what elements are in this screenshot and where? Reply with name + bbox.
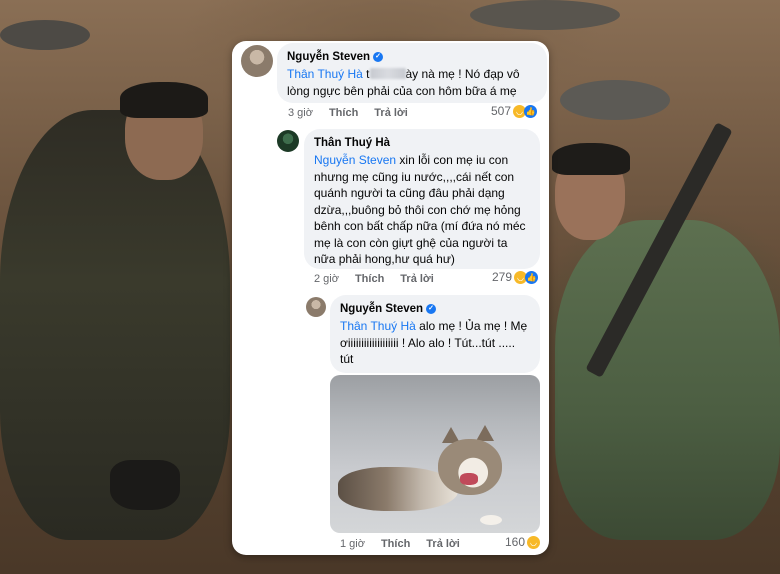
- comment-author[interactable]: Nguyễn Steven ✓: [340, 302, 530, 316]
- avatar-than-thuy-ha[interactable]: [277, 130, 299, 152]
- comment-actions: 2 giờ Thích Trả lời: [314, 273, 434, 285]
- reply-button[interactable]: Trả lời: [374, 107, 408, 119]
- comment-text-part: t: [362, 67, 370, 81]
- avatar-nguyen-steven[interactable]: [306, 297, 326, 317]
- reply-button[interactable]: Trả lời: [426, 538, 460, 550]
- comment-text: Thân Thuý Hà t ày nà mẹ ! Nó đạp vô lòng …: [287, 66, 537, 99]
- cat-mouth: [460, 473, 478, 485]
- timestamp[interactable]: 2 giờ: [314, 273, 339, 285]
- comment-bubble-3: Nguyễn Steven ✓ Thân Thuý Hà alo mẹ ! Ủa…: [330, 295, 540, 373]
- avatar-nguyen-steven[interactable]: [241, 45, 273, 77]
- reply-button[interactable]: Trả lời: [400, 273, 434, 285]
- cat-ear: [476, 425, 494, 441]
- like-button[interactable]: Thích: [381, 538, 410, 550]
- like-button[interactable]: Thích: [355, 273, 384, 285]
- haha-reaction-icon: ◡: [527, 535, 541, 549]
- comment-author[interactable]: Thân Thuý Hà: [314, 136, 530, 150]
- comment-actions: 3 giờ Thích Trả lời: [288, 107, 408, 119]
- cat-head: [438, 439, 502, 495]
- comment-text: Nguyễn Steven xin lỗi con mẹ iu con nhưn…: [314, 152, 530, 268]
- blurred-text: [369, 68, 406, 79]
- author-name[interactable]: Nguyễn Steven: [340, 302, 423, 316]
- comment-bubble-2: Thân Thuý Hà Nguyễn Steven xin lỗi con m…: [304, 129, 540, 269]
- comment-bubble-1: Nguyễn Steven ✓ Thân Thuý Hà t ày nà mẹ !…: [277, 43, 547, 103]
- author-name[interactable]: Thân Thuý Hà: [314, 136, 390, 150]
- cat-photo-attachment[interactable]: [330, 375, 540, 533]
- timestamp[interactable]: 1 giờ: [340, 538, 365, 550]
- left-soldier-boot: [110, 460, 180, 510]
- reaction-summary[interactable]: 507 ◡ 👍: [491, 104, 538, 118]
- reaction-summary[interactable]: 160 ◡: [505, 535, 541, 549]
- like-reaction-icon: 👍: [524, 104, 538, 118]
- right-soldier-figure: [555, 220, 780, 540]
- comment-text: Thân Thuý Hà alo mẹ ! Ủa mẹ ! Mẹ ơiiiiii…: [340, 318, 530, 368]
- mention-link[interactable]: Thân Thuý Hà: [340, 319, 416, 333]
- mention-link[interactable]: Nguyễn Steven: [314, 153, 396, 167]
- cat-paw: [480, 515, 502, 525]
- comment-thread-card: Nguyễn Steven ✓ Thân Thuý Hà t ày nà mẹ !…: [232, 41, 549, 555]
- rock: [470, 0, 620, 30]
- right-soldier-hair: [552, 143, 630, 175]
- left-soldier-hair: [120, 82, 208, 118]
- like-button[interactable]: Thích: [329, 107, 358, 119]
- timestamp[interactable]: 3 giờ: [288, 107, 313, 119]
- comment-text-part: xin lỗi con mẹ iu con nhưng mẹ cũng iu n…: [314, 153, 526, 266]
- reaction-count: 160: [505, 535, 526, 549]
- reaction-summary[interactable]: 279 ◡ 👍: [492, 270, 539, 284]
- reaction-count: 279: [492, 270, 513, 284]
- rock: [560, 80, 670, 120]
- comment-author[interactable]: Nguyễn Steven ✓: [287, 50, 537, 64]
- rock: [0, 20, 90, 50]
- like-reaction-icon: 👍: [525, 270, 539, 284]
- verified-badge-icon: ✓: [426, 304, 437, 314]
- author-name[interactable]: Nguyễn Steven: [287, 50, 370, 64]
- verified-badge-icon: ✓: [373, 52, 384, 62]
- reaction-count: 507: [491, 104, 512, 118]
- comment-actions: 1 giờ Thích Trả lời: [340, 538, 460, 550]
- mention-link[interactable]: Thân Thuý Hà: [287, 67, 363, 81]
